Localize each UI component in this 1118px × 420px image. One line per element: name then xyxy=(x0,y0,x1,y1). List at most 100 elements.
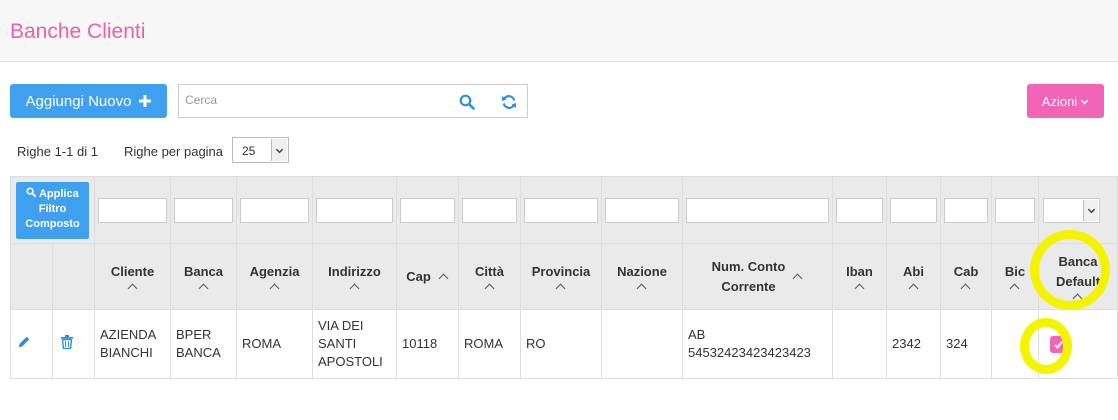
cell-text: SANTI xyxy=(318,336,357,351)
header-citta[interactable]: Città xyxy=(458,243,521,310)
plus-icon xyxy=(139,93,152,110)
header-label: Banca xyxy=(183,263,224,279)
filter-cell xyxy=(170,176,237,244)
filter-input-cab[interactable] xyxy=(944,197,988,223)
add-new-label: Aggiungi Nuovo xyxy=(25,92,132,110)
filter-input-provincia[interactable] xyxy=(524,197,598,223)
edit-cell xyxy=(10,309,53,379)
filter-cell xyxy=(601,176,683,244)
filter-input-conto[interactable] xyxy=(686,197,829,223)
sort-up-icon xyxy=(637,282,647,292)
sort-up-icon xyxy=(1073,292,1083,302)
delete-cell xyxy=(52,309,95,379)
filter-input-iban[interactable] xyxy=(836,197,883,223)
header-bic[interactable]: Bic xyxy=(991,243,1039,310)
header-label: Default xyxy=(1055,273,1101,289)
filter-input-nazione[interactable] xyxy=(605,197,679,223)
filter-cell xyxy=(396,176,459,244)
cell-citta: ROMA xyxy=(458,309,521,379)
filter-input-cliente[interactable] xyxy=(98,197,167,223)
header-label: Cliente xyxy=(110,263,155,279)
header-label: Cab xyxy=(953,263,979,279)
header-banca[interactable]: Banca xyxy=(170,243,237,310)
header-delete xyxy=(52,243,95,310)
rows-per-page-select[interactable]: 25 xyxy=(232,137,289,163)
apply-filter-button[interactable]: Applica Filtro Composto xyxy=(16,181,89,239)
table-row: AZIENDA BIANCHI BPER BANCA ROMA VIA DEI SAN… xyxy=(10,309,1118,379)
sort-up-icon xyxy=(485,282,495,292)
header-cab[interactable]: Cab xyxy=(940,243,992,310)
checkbox-checked-icon[interactable] xyxy=(1050,335,1067,353)
cell-agenzia: ROMA xyxy=(236,309,313,379)
filter-input-citta[interactable] xyxy=(462,197,517,223)
cell-text: BANCA xyxy=(176,345,221,360)
filter-input-agenzia[interactable] xyxy=(240,197,309,223)
cell-text: 54532423423423423 xyxy=(688,345,811,360)
header-label: Agenzia xyxy=(249,263,300,279)
cell-cliente: AZIENDA BIANCHI xyxy=(94,309,171,379)
header-label: Città xyxy=(475,263,504,279)
header-cliente[interactable]: Cliente xyxy=(94,243,171,310)
header-iban[interactable]: Iban xyxy=(832,243,887,310)
header-indirizzo[interactable]: Indirizzo xyxy=(312,243,397,310)
cell-text: AZIENDA xyxy=(100,327,157,342)
filter-input-bic[interactable] xyxy=(995,197,1035,223)
page-title: Banche Clienti xyxy=(10,20,146,43)
header-label: Bic xyxy=(1004,263,1026,279)
sort-up-icon xyxy=(961,282,971,292)
refresh-icon[interactable] xyxy=(501,94,517,110)
bank-table: Applica Filtro Composto Cliente Banca Ag… xyxy=(10,176,1118,379)
cell-abi: 2342 xyxy=(886,309,941,379)
header-label: Cap xyxy=(406,268,431,284)
header-cap[interactable]: Cap xyxy=(396,243,459,310)
cell-cap: 10118 xyxy=(396,309,459,379)
filter-cell xyxy=(886,176,941,244)
header-label: Num. Conto xyxy=(711,258,786,274)
search-input[interactable] xyxy=(185,93,445,107)
header-label: Provincia xyxy=(531,263,591,279)
cell-text: BIANCHI xyxy=(100,345,153,360)
apply-filter-label-3: Composto xyxy=(25,217,80,230)
header-abi[interactable]: Abi xyxy=(886,243,941,310)
header-label: Indirizzo xyxy=(328,263,381,279)
header-banca-default[interactable]: Banca Default xyxy=(1038,243,1118,310)
filter-select-banca-default[interactable] xyxy=(1043,197,1100,223)
header-provincia[interactable]: Provincia xyxy=(520,243,602,310)
cell-provincia: RO xyxy=(520,309,602,379)
filter-cell xyxy=(682,176,833,244)
search-icon[interactable] xyxy=(459,94,475,110)
filter-input-abi[interactable] xyxy=(890,197,937,223)
filter-cell xyxy=(236,176,313,244)
sort-up-icon xyxy=(556,282,566,292)
filter-row: Applica Filtro Composto xyxy=(10,176,1118,244)
filter-input-banca[interactable] xyxy=(174,197,233,223)
sort-up-icon xyxy=(270,282,280,292)
sort-up-icon xyxy=(793,272,803,282)
filter-input-cap[interactable] xyxy=(400,197,455,223)
trash-icon[interactable] xyxy=(61,334,73,352)
filter-cell xyxy=(991,176,1039,244)
filter-cell xyxy=(832,176,887,244)
cell-text: BPER xyxy=(176,327,212,342)
filter-cell xyxy=(520,176,602,244)
edit-icon[interactable] xyxy=(17,336,31,352)
header-nazione[interactable]: Nazione xyxy=(601,243,683,310)
header-label: Iban xyxy=(846,263,873,279)
actions-button[interactable]: Azioni xyxy=(1027,84,1104,118)
actions-label: Azioni xyxy=(1041,93,1078,109)
sort-up-icon xyxy=(855,282,865,292)
chevron-down-icon xyxy=(271,139,287,161)
header-num-conto[interactable]: Num. Conto Corrente xyxy=(682,243,833,310)
header-agenzia[interactable]: Agenzia xyxy=(236,243,313,310)
filter-cell xyxy=(94,176,171,244)
cell-text: VIA DEI xyxy=(318,318,364,333)
apply-filter-label-2: Filtro xyxy=(38,202,67,215)
cell-nazione xyxy=(601,309,683,379)
add-new-button[interactable]: Aggiungi Nuovo xyxy=(10,84,167,118)
top-bar: Banche Clienti xyxy=(0,0,1118,62)
cell-banca-default xyxy=(1038,309,1118,379)
chevron-down-icon xyxy=(1080,94,1089,109)
cell-conto: AB 54532423423423423 xyxy=(682,309,833,379)
sort-up-icon xyxy=(439,272,449,282)
filter-input-indirizzo[interactable] xyxy=(316,197,393,223)
